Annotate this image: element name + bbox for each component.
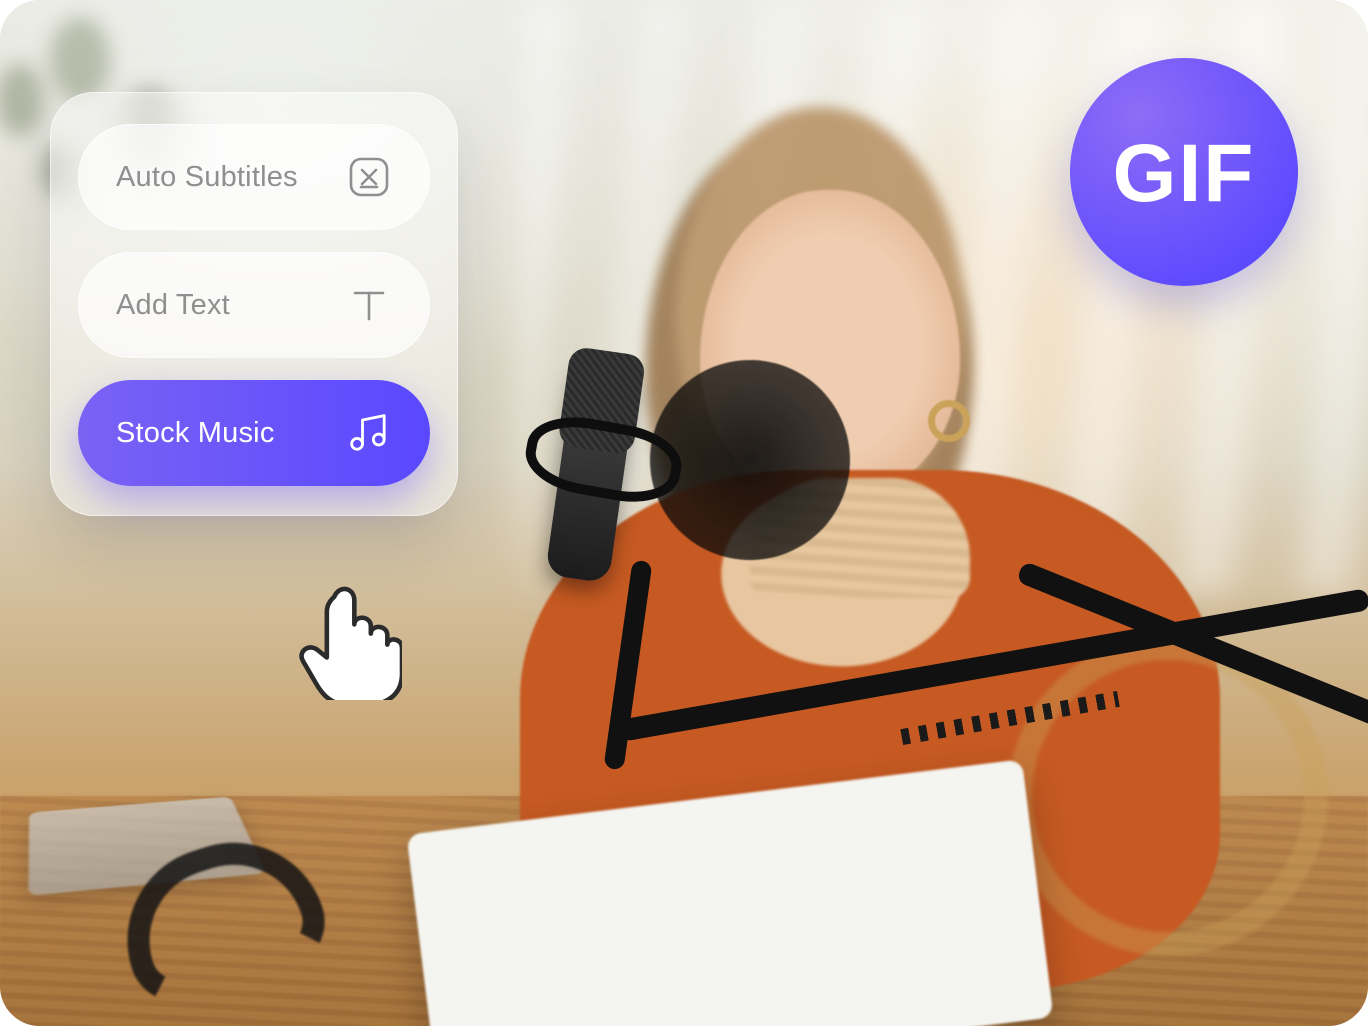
tool-label: Add Text [116, 289, 230, 322]
subtitles-icon [342, 150, 396, 204]
gif-badge: GIF [1070, 58, 1298, 286]
earring [928, 400, 970, 442]
add-text-button[interactable]: Add Text [78, 252, 430, 358]
music-note-icon [342, 406, 396, 460]
auto-subtitles-button[interactable]: Auto Subtitles [78, 124, 430, 230]
tool-label: Auto Subtitles [116, 161, 298, 194]
text-icon [342, 278, 396, 332]
gif-badge-label: GIF [1113, 127, 1256, 221]
tool-panel: Auto Subtitles Add Text Stock Music [50, 92, 458, 516]
promo-card: GIF Auto Subtitles Add Text [0, 0, 1368, 1026]
stock-music-button[interactable]: Stock Music [78, 380, 430, 486]
tool-label: Stock Music [116, 417, 275, 450]
